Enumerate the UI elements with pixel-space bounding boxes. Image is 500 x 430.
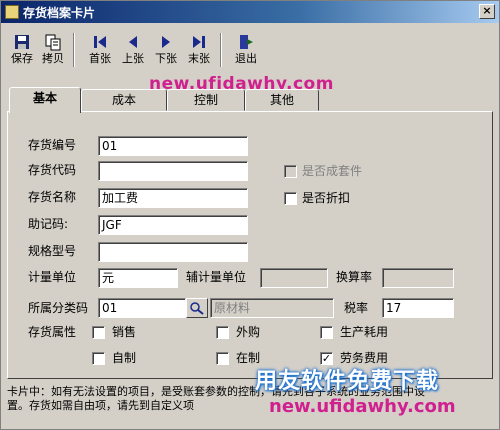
tab-other[interactable]: 其他 <box>245 89 319 111</box>
save-button[interactable]: 保存 <box>7 31 37 69</box>
basic-tab-panel: 存货编号 01 存货代码 是否成套件 存货名称 加工费 是否折扣 助记码: JG… <box>7 111 493 379</box>
search-icon <box>190 302 204 315</box>
next-record-icon <box>162 36 170 48</box>
conversion-rate-field <box>382 268 454 288</box>
tax-rate-field[interactable]: 17 <box>382 298 454 318</box>
code-field[interactable]: 01 <box>98 136 248 156</box>
copy-button[interactable]: 拷贝 <box>38 31 68 69</box>
name-label: 存货名称 <box>28 190 77 204</box>
category-label: 所属分类码 <box>28 301 89 315</box>
save-label: 保存 <box>11 52 33 65</box>
toolbar-separator <box>73 33 75 67</box>
copy-label: 拷贝 <box>42 52 64 65</box>
window-title: 存货档案卡片 <box>23 6 96 20</box>
is-kit-label: 是否成套件 <box>302 164 363 178</box>
inventory-card-window: 存货档案卡片 × 保存 拷贝 首张 上张 下张 末张 退出 new.ufidaw… <box>0 0 500 430</box>
attr-sales-label: 销售 <box>112 325 137 339</box>
is-kit-checkbox <box>284 165 297 178</box>
first-label: 首张 <box>89 52 111 65</box>
daima-label: 存货代码 <box>28 163 77 177</box>
tax-rate-label: 税率 <box>344 301 369 315</box>
aux-unit-label: 辅计量单位 <box>186 270 247 284</box>
code-label: 存货编号 <box>28 138 77 152</box>
previous-record-icon <box>129 36 137 48</box>
previous-label: 上张 <box>122 52 144 65</box>
next-button[interactable]: 下张 <box>151 31 181 69</box>
previous-button[interactable]: 上张 <box>118 31 148 69</box>
unit-label: 计量单位 <box>28 270 77 284</box>
exit-label: 退出 <box>235 52 257 65</box>
is-discount-checkbox[interactable] <box>284 192 297 205</box>
exit-door-icon <box>240 35 253 49</box>
last-label: 末张 <box>188 52 210 65</box>
tab-basic[interactable]: 基本 <box>9 87 81 113</box>
close-button[interactable]: × <box>479 4 495 19</box>
floppy-disk-icon <box>15 35 29 49</box>
tab-cost[interactable]: 成本 <box>81 89 167 111</box>
conversion-rate-label: 换算率 <box>336 270 373 284</box>
unit-field[interactable]: 元 <box>98 268 178 288</box>
aux-unit-field <box>260 268 328 288</box>
spec-field[interactable] <box>98 242 248 262</box>
spec-label: 规格型号 <box>28 244 77 258</box>
attr-production-checkbox[interactable] <box>320 326 333 339</box>
toolbar-separator <box>220 33 222 67</box>
attributes-label: 存货属性 <box>28 325 77 339</box>
first-button[interactable]: 首张 <box>85 31 115 69</box>
tab-control[interactable]: 控制 <box>167 89 245 111</box>
app-icon <box>5 5 19 19</box>
attr-sales-checkbox[interactable] <box>92 326 105 339</box>
category-code-field[interactable]: 01 <box>98 298 186 318</box>
attr-in-process-checkbox[interactable] <box>216 352 229 365</box>
attr-purchase-checkbox[interactable] <box>216 326 229 339</box>
title-bar[interactable]: 存货档案卡片 × <box>1 1 499 23</box>
is-discount-label: 是否折扣 <box>302 191 351 205</box>
watermark-brand: 用友软件免费下载 <box>255 369 440 394</box>
category-name-field: 原材料 <box>210 298 334 318</box>
attr-production-label: 生产耗用 <box>340 325 389 339</box>
next-label: 下张 <box>155 52 177 65</box>
category-lookup-button[interactable] <box>186 298 208 318</box>
daima-field[interactable] <box>98 161 248 181</box>
mnemonic-label: 助记码: <box>28 217 69 231</box>
copy-icon <box>45 34 61 51</box>
exit-button[interactable]: 退出 <box>231 31 261 69</box>
last-record-icon <box>193 36 205 48</box>
attr-self-made-checkbox[interactable] <box>92 352 105 365</box>
last-button[interactable]: 末张 <box>184 31 214 69</box>
name-field[interactable]: 加工费 <box>98 188 248 208</box>
attr-self-made-label: 自制 <box>112 351 137 365</box>
mnemonic-field[interactable]: JGF <box>98 215 248 235</box>
first-record-icon <box>94 36 106 48</box>
attr-purchase-label: 外购 <box>236 325 261 339</box>
watermark-url-bottom: new.ufidawhy.com <box>269 396 456 417</box>
